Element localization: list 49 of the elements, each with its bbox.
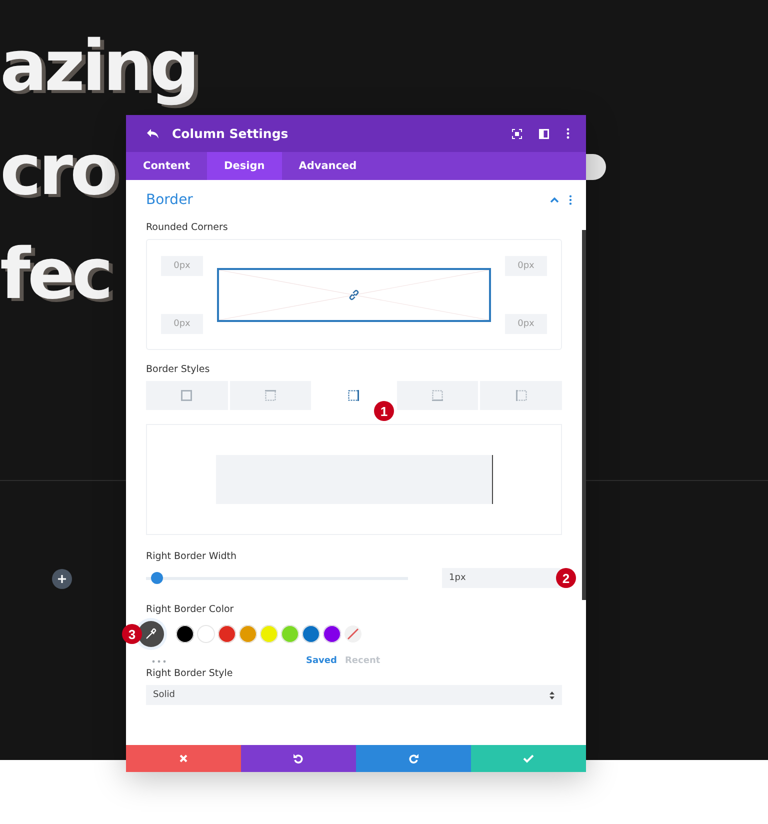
- color-swatch[interactable]: [239, 625, 257, 643]
- color-swatch[interactable]: [281, 625, 299, 643]
- palette-tab[interactable]: Saved: [306, 656, 337, 666]
- color-swatch[interactable]: [302, 625, 320, 643]
- undo-icon: [293, 753, 304, 764]
- tab[interactable]: Content: [126, 152, 208, 180]
- columns-icon[interactable]: [539, 128, 549, 138]
- plus-icon: [58, 575, 66, 583]
- input-field[interactable]: 0px: [161, 314, 203, 334]
- field-label: Right Border Width: [146, 551, 238, 562]
- slider-thumb[interactable]: [151, 572, 164, 584]
- headline-text: cro: [0, 128, 116, 213]
- link-icon[interactable]: [348, 288, 360, 300]
- color-swatch[interactable]: [260, 625, 278, 643]
- ellipsis-icon[interactable]: [152, 660, 166, 662]
- step-badge: 2: [556, 568, 576, 588]
- input-field[interactable]: 1px: [442, 568, 560, 588]
- select-arrows-icon: [549, 690, 555, 700]
- back-arrow-icon[interactable]: [146, 128, 160, 140]
- step-badge: 1: [374, 401, 394, 421]
- headline-text: azing: [0, 24, 197, 109]
- color-swatch[interactable]: [176, 625, 194, 643]
- color-swatch[interactable]: [197, 625, 215, 643]
- fullscreen-icon[interactable]: [512, 128, 522, 138]
- select-field[interactable]: Solid: [146, 685, 562, 705]
- color-swatch[interactable]: [323, 625, 341, 643]
- eyedropper-icon: [145, 628, 157, 640]
- no-color-swatch[interactable]: [344, 625, 362, 643]
- tab[interactable]: Advanced: [282, 152, 374, 180]
- tab[interactable]: Design: [207, 152, 282, 180]
- color-picker-button[interactable]: [138, 621, 164, 647]
- chevron-up-icon[interactable]: [550, 197, 559, 203]
- more-options-icon[interactable]: [569, 195, 572, 205]
- field-label: Right Border Style: [146, 668, 234, 679]
- input-field[interactable]: 0px: [505, 256, 547, 276]
- color-swatch[interactable]: [218, 625, 236, 643]
- input-field[interactable]: 0px: [505, 314, 547, 334]
- field-label: Rounded Corners: [146, 222, 229, 233]
- panel-title: Column Settings: [172, 126, 290, 141]
- headline-text: fec: [0, 232, 110, 317]
- close-icon: [179, 754, 188, 763]
- input-field[interactable]: 0px: [161, 256, 203, 276]
- add-button[interactable]: [52, 569, 72, 589]
- redo-icon: [408, 753, 419, 764]
- field-label: Border Styles: [146, 364, 211, 375]
- checkmark-icon: [523, 754, 534, 763]
- more-options-icon[interactable]: [566, 128, 570, 139]
- field-label: Right Border Color: [146, 604, 235, 615]
- section-title: Border: [146, 192, 193, 208]
